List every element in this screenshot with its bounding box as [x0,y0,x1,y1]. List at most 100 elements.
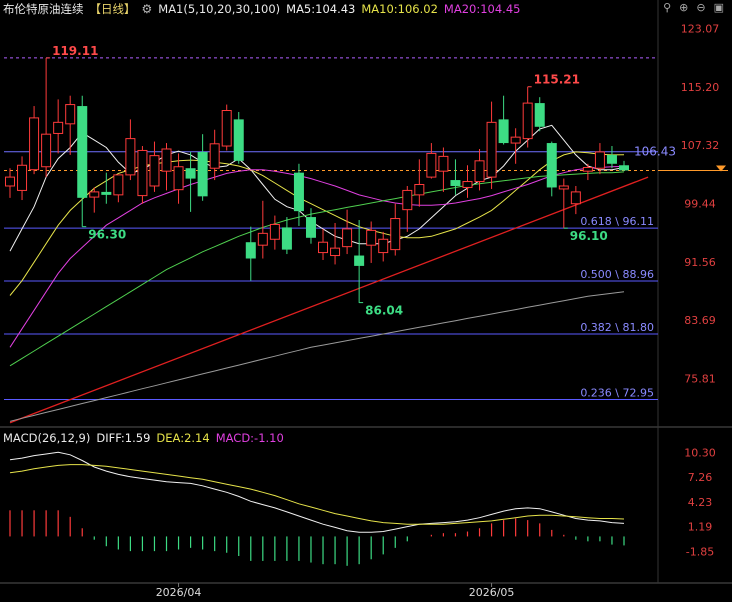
price-annotation: 96.10 [570,229,608,243]
candle-body-down [197,151,208,197]
candle-body-up [378,238,389,254]
candle-body-up [318,241,329,254]
price-annotation: 115.21 [534,73,580,87]
zoom-in-icon[interactable]: ⊕ [679,1,688,14]
macd-tick-label: 7.26 [688,471,713,484]
candle-body-down [185,168,196,179]
candle-body-down [354,255,365,266]
candle-body-down [546,143,557,188]
candle-body-up [438,155,449,172]
candle-body-up [5,176,15,187]
candle-body-up [137,149,148,197]
candle-body-up [29,117,40,171]
ma5-value: MA5:104.43 [286,2,356,16]
search-icon[interactable]: ⚲ [663,1,671,14]
fib-level-label: 0.618 \ 96.11 [580,215,654,228]
ma-line-ma10 [9,151,625,296]
candle-body-down [77,106,88,198]
price-annotation: 106.43 [634,145,676,159]
candle-body-up [426,152,437,178]
candle-body-down [233,119,244,161]
price-annotation: 119.11 [52,44,98,58]
fib-level-label: 0.500 \ 88.96 [580,268,654,281]
macd-tick-label: 4.23 [688,496,713,509]
candle-body-up [390,218,401,251]
macd-dea-value: DEA:2.14 [156,431,210,445]
macd-tick-label: 10.30 [684,446,716,459]
candlestick-chart: 123.07 115.20 107.32 99.44 91.56 83.69 75.81 10… [0,0,732,599]
zoom-out-icon[interactable]: ⊖ [696,1,705,14]
macd-diff-line [9,451,625,533]
gear-icon[interactable]: ⚙ [142,2,153,16]
period-label[interactable]: 【日线】 [90,1,136,17]
candle-body-up [125,138,136,176]
candle-body-up [342,228,353,248]
candle-body-up [330,247,341,257]
candle-body-up [89,191,100,198]
candle-body-up [402,189,413,211]
candle-body-up [113,174,124,196]
price-tick-label: 123.07 [681,23,720,36]
price-tick-label: 99.44 [684,197,716,210]
candle-body-up [510,136,521,144]
candle-body-up [366,229,377,246]
candle-body-up [53,121,64,134]
macd-label[interactable]: MACD(26,12,9) [3,431,90,445]
macd-diff-value: DIFF:1.59 [96,431,151,445]
candle-body-up [161,148,172,172]
instrument-title[interactable]: 布伦特原油连续 [3,1,84,17]
candle-body-up [65,104,76,125]
ma-settings-label[interactable]: MA1(5,10,20,30,100) [158,2,280,16]
price-tick-label: 91.56 [684,256,716,269]
macd-dea-line [9,464,625,525]
ma20-value: MA20:104.45 [443,2,521,16]
candle-body-up [17,164,28,191]
candle-body-up [173,166,184,191]
candle-body-down [101,191,112,195]
ma-line-ma100 [9,291,625,422]
candle-body-up [462,181,473,188]
candle-body-down [450,180,461,186]
price-tick-label: 115.20 [681,81,720,94]
price-tick-label: 75.81 [684,372,716,385]
macd-value: MACD:-1.10 [215,431,284,445]
candle-body-up [522,102,533,140]
candle-body-down [606,154,617,164]
fib-level-label: 0.382 \ 81.80 [580,321,654,334]
macd-tick-label: -1.85 [686,546,714,559]
candle-body-down [619,165,629,171]
candle-body-up [486,121,497,178]
candle-body-up [149,155,160,187]
time-tick-label: 2026/04 [156,586,202,599]
top-right-controls: ⚲ ⊕ ⊖ ▣ [663,1,724,14]
macd-header: MACD(26,12,9) DIFF:1.59 DEA:2.14 MACD:-1… [3,431,284,445]
candle-body-down [498,119,509,144]
candle-body-up [594,151,605,169]
candle-body-up [257,232,268,246]
candle-body-down [534,103,545,127]
candle-body-up [414,184,425,196]
trendline [9,176,649,424]
candle-body-up [474,160,485,183]
candle-body-up [41,133,52,168]
price-tick-label: 107.32 [681,139,720,152]
candle-body-up [269,223,280,240]
ma-line-ma30 [9,171,625,367]
candle-body-up [209,143,220,169]
price-annotation: 86.04 [365,304,403,318]
candle-body-up [558,185,569,190]
macd-tick-label: 1.19 [688,521,713,534]
candle-body-down [305,217,316,238]
fib-level-label: 0.236 \ 72.95 [580,386,654,399]
candle-body-down [281,227,292,250]
price-annotation: 96.30 [88,228,126,242]
candle-body-up [582,166,593,172]
close-icon[interactable]: ▣ [714,1,724,14]
candle-body-up [570,191,581,205]
candle-body-down [293,172,304,212]
ma10-value: MA10:106.02 [361,2,438,16]
price-tick-label: 83.69 [684,314,716,327]
chart-header: 布伦特原油连续 【日线】 ⚙ MA1(5,10,20,30,100) MA5:1… [3,1,520,17]
time-tick-label: 2026/05 [469,586,515,599]
candle-body-down [245,242,256,259]
